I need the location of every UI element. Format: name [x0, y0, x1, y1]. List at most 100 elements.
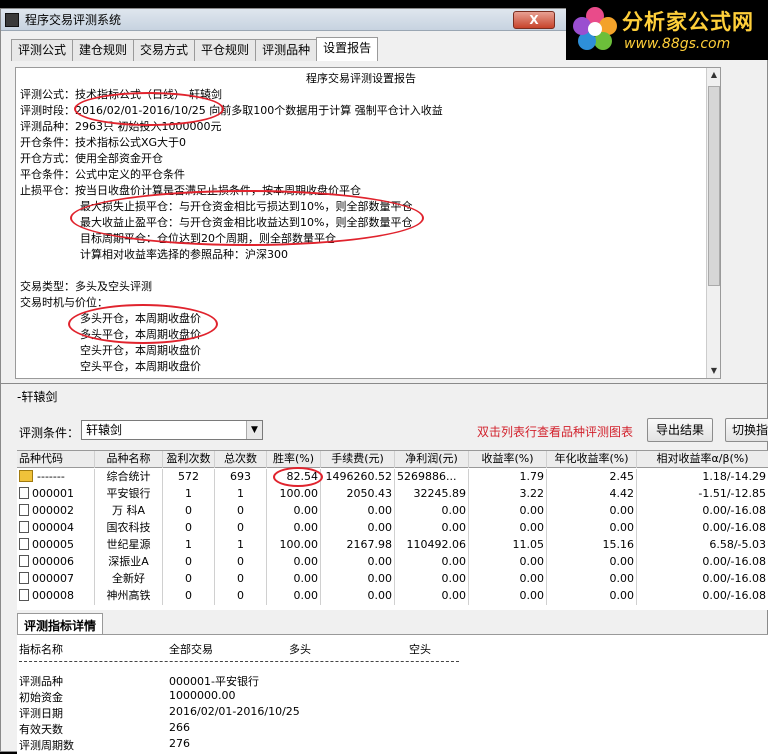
document-icon [19, 555, 29, 567]
report-title: 程序交易评测设置报告 [306, 72, 416, 85]
cell-profit: 32245.89 [395, 486, 469, 503]
report-line: 空头开仓，本周期收盘价 [80, 344, 201, 357]
cell-total: 0 [215, 503, 267, 520]
evaluation-system-window: 程序交易评测系统 X 评测公式 建仓规则 交易方式 平仓规则 评测品种 设置报告… [0, 8, 768, 388]
report-line: 最大收益止盈平仓：与开仓资金相比收益达到10%，则全部数量平仓 [80, 216, 413, 229]
report-line: 开仓条件：技术指标公式XG大于0 [20, 136, 187, 149]
cell-code: ------- [17, 469, 95, 486]
cell-relative-return: 6.58/-5.03 [637, 537, 768, 554]
cell-annual-return: 2.45 [547, 469, 637, 486]
report-line: 评测品种：2963只 初始投入1000000元 [20, 120, 222, 133]
report-line: 多头平仓，本周期收盘价 [80, 328, 201, 341]
cell-total: 0 [215, 571, 267, 588]
cell-wins: 0 [163, 503, 215, 520]
results-window: -轩辕剑 评测条件： 轩辕剑 ▼ 双击列表行查看品种评测图表 导出结果 切换指 … [0, 383, 768, 754]
column-header[interactable]: 手续费(元) [321, 451, 395, 468]
cell-wins: 0 [163, 571, 215, 588]
cell-profit: 0.00 [395, 588, 469, 605]
cell-code: 000006 [17, 554, 95, 571]
cell-wins: 1 [163, 537, 215, 554]
column-header[interactable]: 品种名称 [95, 451, 163, 468]
document-icon [19, 521, 29, 533]
cell-total: 1 [215, 486, 267, 503]
tab-open-rules[interactable]: 建仓规则 [72, 39, 135, 61]
column-header[interactable]: 收益率(%) [469, 451, 547, 468]
column-header[interactable]: 年化收益率(%) [547, 451, 637, 468]
cell-code-text: 000005 [32, 538, 74, 551]
cell-winrate: 0.00 [267, 571, 321, 588]
app-icon [5, 12, 19, 27]
cell-relative-return: -1.51/-12.85 [637, 486, 768, 503]
tab-formula[interactable]: 评测公式 [11, 39, 74, 61]
cell-name: 全新好 [95, 571, 163, 588]
report-line: 交易时机与价位： [20, 296, 108, 309]
export-results-button[interactable]: 导出结果 [647, 418, 713, 442]
summary-icon [19, 470, 33, 482]
report-scrollbar[interactable]: ▲ ▼ [706, 68, 720, 378]
cell-annual-return: 4.42 [547, 486, 637, 503]
column-header[interactable]: 净利润(元) [395, 451, 469, 468]
detail-header-all: 全部交易 [169, 643, 213, 656]
report-line: 平仓条件：公式中定义的平仓条件 [20, 168, 185, 181]
cell-return: 0.00 [469, 554, 547, 571]
table-row[interactable]: 000007 全新好 0 0 0.00 0.00 0.00 0.00 0.00 … [17, 571, 768, 588]
column-header[interactable]: 胜率(%) [267, 451, 321, 468]
detail-value: 276 [169, 737, 190, 750]
tab-indicator-details[interactable]: 评测指标详情 [17, 613, 104, 635]
cell-winrate: 0.00 [267, 503, 321, 520]
cell-code: 000008 [17, 588, 95, 605]
column-header[interactable]: 品种代码 [17, 451, 95, 468]
cell-profit: 110492.06 [395, 537, 469, 554]
cell-fee: 2050.43 [321, 486, 395, 503]
cell-code-text: 000001 [32, 487, 74, 500]
cell-profit: 0.00 [395, 554, 469, 571]
cell-name: 世纪星源 [95, 537, 163, 554]
table-row[interactable]: 000005 世纪星源 1 1 100.00 2167.98 110492.06… [17, 537, 768, 554]
cell-winrate: 0.00 [267, 520, 321, 537]
report-line: 止损平仓：按当日收盘价计算是否满足止损条件，按本周期收盘价平仓 [20, 184, 361, 197]
cell-wins: 0 [163, 588, 215, 605]
close-button[interactable]: X [513, 11, 555, 29]
cell-return: 1.79 [469, 469, 547, 486]
tab-close-rules[interactable]: 平仓规则 [194, 39, 257, 61]
indicator-details-panel: 指标名称 全部交易 多头 空头 评测品种 000001-平安银行 初始资金 10… [17, 634, 768, 754]
table-row[interactable]: 000002 万 科A 0 0 0.00 0.00 0.00 0.00 0.00… [17, 503, 768, 520]
detail-value: 2016/02/01-2016/10/25 [169, 705, 300, 718]
table-row[interactable]: 000004 国农科技 0 0 0.00 0.00 0.00 0.00 0.00… [17, 520, 768, 537]
condition-select[interactable]: 轩辕剑 ▼ [81, 420, 263, 440]
cell-winrate: 100.00 [267, 537, 321, 554]
column-header[interactable]: 盈利次数 [163, 451, 215, 468]
settings-tabs: 评测公式 建仓规则 交易方式 平仓规则 评测品种 设置报告 [11, 37, 379, 61]
cell-annual-return: 0.00 [547, 571, 637, 588]
tab-trade-mode[interactable]: 交易方式 [133, 39, 196, 61]
condition-label: 评测条件： [19, 426, 80, 440]
cell-name: 综合统计 [95, 469, 163, 486]
cell-code-text: 000008 [32, 589, 74, 602]
table-row[interactable]: 000008 神州高铁 0 0 0.00 0.00 0.00 0.00 0.00… [17, 588, 768, 605]
scroll-thumb[interactable] [708, 86, 720, 286]
cell-total: 0 [215, 520, 267, 537]
cell-fee: 0.00 [321, 520, 395, 537]
cell-profit: 5269886... [395, 469, 469, 486]
scroll-up-icon[interactable]: ▲ [707, 68, 720, 82]
chevron-down-icon[interactable]: ▼ [246, 421, 262, 439]
cell-code: 000002 [17, 503, 95, 520]
column-header[interactable]: 相对收益率α/β(%) [637, 451, 768, 468]
table-row[interactable]: ------- 综合统计 572 693 82.54 1496260.52 52… [17, 469, 768, 486]
cell-total: 1 [215, 537, 267, 554]
cell-name: 深振业A [95, 554, 163, 571]
table-row[interactable]: 000001 平安银行 1 1 100.00 2050.43 32245.89 … [17, 486, 768, 503]
tab-instruments[interactable]: 评测品种 [255, 39, 318, 61]
tab-report[interactable]: 设置报告 [316, 37, 379, 61]
divider [19, 661, 459, 662]
switch-indicator-button[interactable]: 切换指 [725, 418, 768, 442]
column-header[interactable]: 总次数 [215, 451, 267, 468]
cell-relative-return: 1.18/-14.29 [637, 469, 768, 486]
cell-wins: 0 [163, 554, 215, 571]
scroll-down-icon[interactable]: ▼ [707, 364, 720, 378]
table-row[interactable]: 000006 深振业A 0 0 0.00 0.00 0.00 0.00 0.00… [17, 554, 768, 571]
cell-name: 万 科A [95, 503, 163, 520]
cell-name: 平安银行 [95, 486, 163, 503]
logo-url-text: www.88gs.com [624, 36, 731, 52]
cell-annual-return: 0.00 [547, 554, 637, 571]
